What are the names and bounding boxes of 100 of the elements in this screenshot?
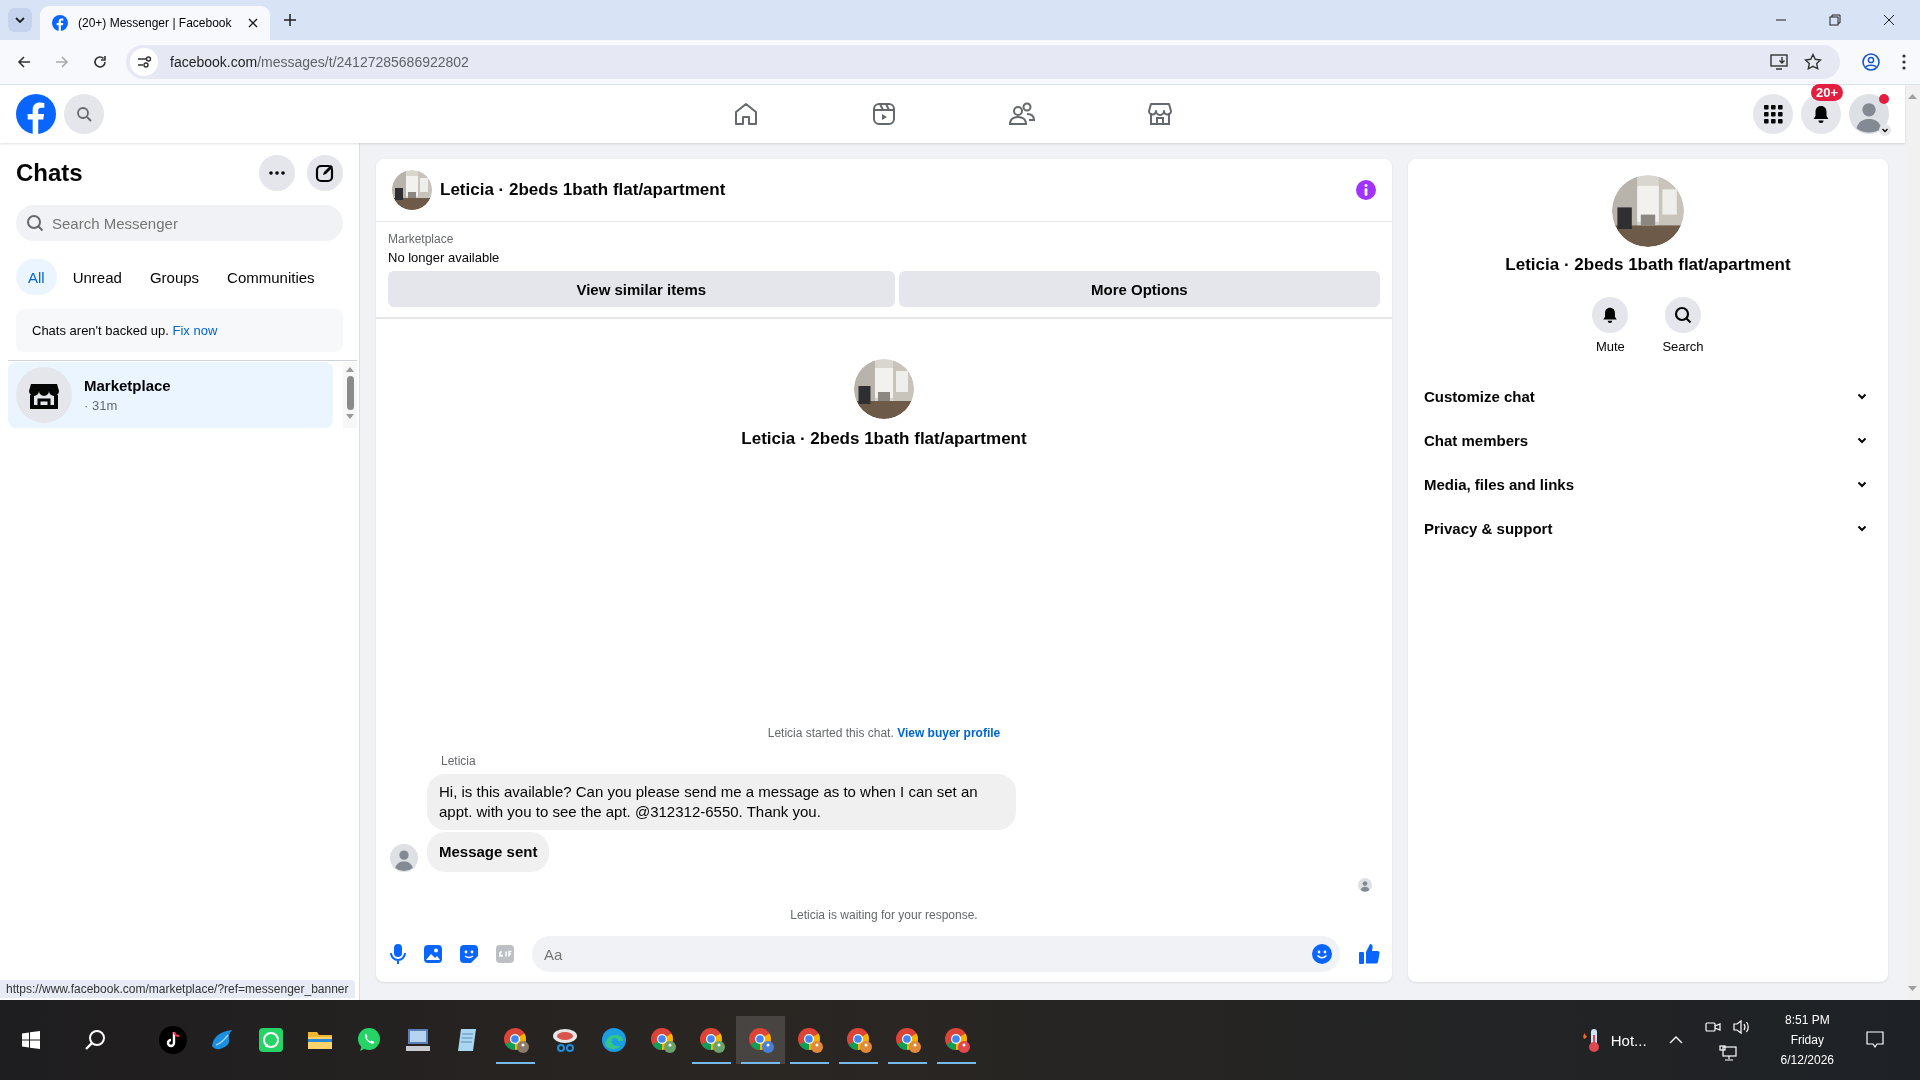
clock-time: 8:51 PM [1784,1013,1830,1027]
weather-text: Hot... [1610,1031,1647,1049]
listing-action-button[interactable]: View similar items [388,271,895,307]
chevron-down-icon [14,14,26,26]
info-icon[interactable] [1356,180,1376,200]
site-settings-icon[interactable] [130,48,158,76]
note-icon [158,1026,187,1054]
sender-name: Leticia [441,754,477,768]
search-icon [26,214,44,232]
action-label: Search [1662,339,1704,354]
more-options-button[interactable] [259,155,295,191]
notification-center-icon[interactable] [1866,1031,1884,1049]
notification-dot [1879,94,1889,104]
install-app-icon[interactable] [1770,53,1788,71]
search-icon [76,106,92,122]
video-icon[interactable] [870,101,897,127]
search-icon[interactable] [84,1029,106,1051]
running-indicator [741,1062,780,1064]
caret-icon [1879,124,1891,136]
chat-name: Marketplace [84,377,171,394]
chat-started-note: Leticia started this chat. View buyer profile [766,726,1002,740]
action-label: Mute [1595,339,1625,354]
more-icon[interactable] [1902,54,1906,70]
filter-tab[interactable]: Communities [215,259,327,295]
filter-tab[interactable]: Unread [60,259,134,295]
image-icon[interactable] [424,945,442,963]
notice-text: Chats aren't backed up. [32,323,169,338]
clock-date: 6/12/2026 [1780,1053,1834,1067]
network-icon[interactable] [1718,1045,1737,1061]
account-button[interactable] [1849,94,1889,134]
start-icon[interactable] [22,1031,40,1049]
details-section[interactable]: Chat members [1416,418,1880,462]
search-button[interactable] [64,94,104,134]
scrollbar-track[interactable] [343,362,357,428]
arrow-down-icon[interactable] [346,414,354,420]
new-message-button[interactable] [307,155,343,191]
volume-icon[interactable] [1732,1019,1751,1035]
view-buyer-profile-link[interactable]: View buyer profile [897,726,1001,740]
emoji-icon[interactable] [1312,944,1332,964]
details-action-button[interactable]: Search [1662,297,1704,354]
running-indicator [692,1062,731,1064]
bell-icon [1601,306,1620,324]
weather-widget[interactable]: Hot... [1580,1027,1647,1053]
listing-action-button[interactable]: More Options [898,271,1380,307]
people-icon[interactable] [1007,101,1036,127]
new-tab-icon[interactable] [284,14,296,26]
grid-icon [1763,104,1783,124]
facebook-logo-icon[interactable] [16,94,56,134]
running-indicator [888,1062,927,1064]
profile-icon[interactable] [1862,53,1880,71]
close-icon[interactable] [1883,14,1895,26]
bell-icon [1811,104,1831,124]
details-section[interactable]: Customize chat [1416,374,1880,418]
sticker-icon[interactable] [460,945,478,963]
browser-tab[interactable]: (20+) Messenger | Facebook [40,6,270,40]
fix-now-link[interactable]: Fix now [172,323,218,338]
back-icon[interactable] [16,54,32,70]
message-input[interactable]: Aa [532,936,1340,972]
clock-day: Friday [1790,1033,1824,1047]
running-indicator [496,1062,535,1064]
reload-icon[interactable] [92,54,108,70]
arrow-up-icon[interactable] [346,366,354,372]
menu-button[interactable] [1753,94,1793,134]
chevron-up-icon[interactable] [1668,1036,1683,1044]
message-bubble: Hi, is this available? Can you please send me a message as to when I can set an appt. with you to see the apt. @312312-6550. Thank you. [427,774,1016,830]
details-section[interactable]: Media, files and links [1416,462,1880,506]
tab-list-button[interactable] [8,8,32,32]
chat-time: · 31m [84,398,119,413]
url-text: facebook.com/messages/t/24127285686922802 [170,54,469,70]
store-icon [16,367,72,423]
camera-icon[interactable] [1704,1019,1721,1035]
swirl-icon [599,1026,628,1054]
store-icon[interactable] [1146,101,1173,127]
restore-icon[interactable] [1829,14,1841,26]
microphone-icon[interactable] [390,944,406,964]
message-bubble: Message sent [427,832,550,872]
filter-tab[interactable]: Groups [137,259,212,295]
conversation-title[interactable]: Leticia · 2beds 1bath flat/apartment [440,180,726,200]
computer-icon [403,1026,432,1054]
star-icon[interactable] [1804,53,1822,71]
link-preview-url: https://www.facebook.com/marketplace/?ref=messenger_banner [0,980,355,998]
address-bar[interactable]: facebook.com/messages/t/24127285686922802 [126,45,1840,79]
close-icon[interactable] [248,18,258,28]
scrollbar-thumb[interactable] [346,376,354,410]
filter-tab[interactable]: All [16,259,57,295]
details-action-button[interactable]: Mute [1592,297,1629,354]
avatar-icon [1358,878,1372,892]
details-title: Leticia · 2beds 1bath flat/apartment [1505,255,1791,275]
search-icon [1674,306,1692,324]
search-field[interactable]: Search Messenger [16,205,343,241]
waiting-note: Leticia is waiting for your response. [789,908,979,922]
chat-item[interactable]: Marketplace · 31m [8,362,333,428]
section-label: Media, files and links [1424,475,1575,493]
home-icon[interactable] [732,101,759,127]
tab-title: (20+) Messenger | Facebook [78,16,233,30]
clock[interactable]: 8:51 PM Friday 6/12/2026 [1780,1013,1834,1067]
section-label: Chat members [1424,431,1529,449]
listing-label: Marketplace [388,232,455,246]
details-section[interactable]: Privacy & support [1416,506,1880,550]
thumbs-up-icon[interactable] [1358,943,1380,965]
